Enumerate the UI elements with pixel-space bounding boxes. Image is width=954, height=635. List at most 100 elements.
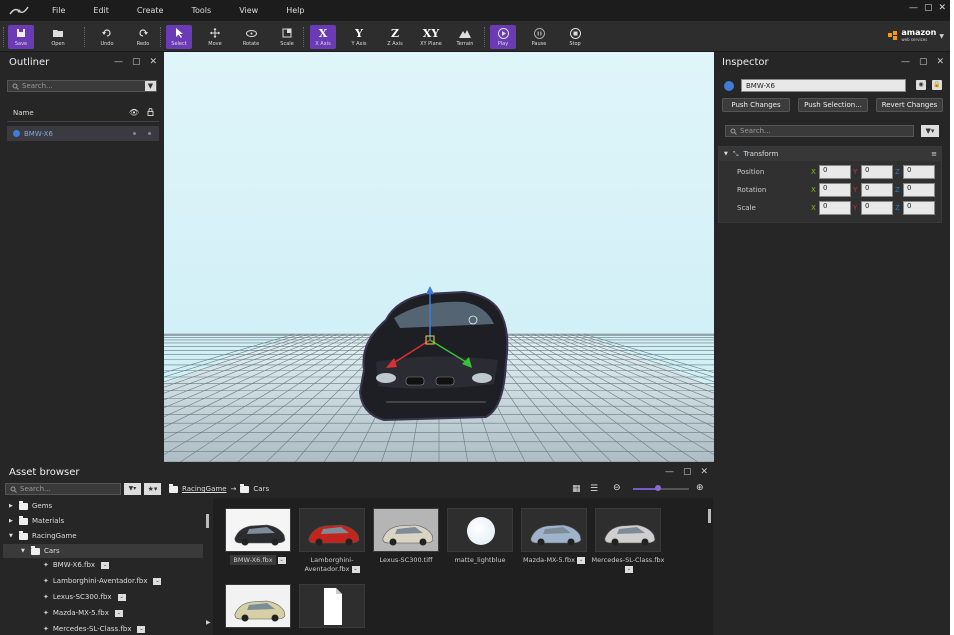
visibility-dot-icon[interactable] <box>133 132 136 135</box>
outliner-search-input[interactable]: Search... ▼ <box>7 80 157 92</box>
push-changes-button[interactable]: Push Changes <box>722 98 790 112</box>
redo-button[interactable]: Redo <box>130 25 156 49</box>
expand-badge-icon[interactable]: ⌄ <box>577 556 585 564</box>
favorites-star-icon[interactable]: ★▾ <box>144 483 161 495</box>
entity-lock-icon[interactable]: 🔒 <box>932 80 942 90</box>
asset-thumbnail[interactable] <box>373 508 439 552</box>
chevron-down-icon[interactable]: ▼ <box>21 548 27 554</box>
expand-badge-icon[interactable]: ⌄ <box>153 577 162 585</box>
tree-file[interactable]: ✦ Lamborghini-Aventador.fbx ⌄ <box>43 574 162 588</box>
revert-changes-button[interactable]: Revert Changes <box>876 98 943 112</box>
menu-help[interactable]: Help <box>286 6 304 15</box>
chevron-right-icon[interactable]: ▶ <box>9 518 15 524</box>
transform-section-header[interactable]: ▼ ⤡ Transform ≡ <box>719 147 941 161</box>
minimize-icon[interactable]: — <box>901 57 910 67</box>
section-menu-icon[interactable]: ≡ <box>931 150 937 158</box>
xy-plane-button[interactable]: XY XY Plane <box>418 25 444 49</box>
close-icon[interactable]: ✕ <box>938 3 946 13</box>
splitter-handle[interactable]: ▶ <box>206 619 211 626</box>
asset-search-input[interactable]: Search... <box>5 483 121 495</box>
scale-z-field[interactable]: 0 <box>903 201 935 215</box>
asset-thumbnail[interactable] <box>225 508 291 552</box>
rotation-x-field[interactable]: 0 <box>819 183 851 197</box>
grid-scrollbar[interactable] <box>708 509 711 523</box>
entity-visibility-icon[interactable]: ◉ <box>916 80 926 90</box>
tree-folder[interactable]: ▼ RacingGame <box>3 529 203 543</box>
move-button[interactable]: Move <box>202 25 228 49</box>
open-button[interactable]: Open <box>45 25 71 49</box>
tree-folder[interactable]: ▼ Cars <box>3 544 203 558</box>
position-z-field[interactable]: 0 <box>903 165 935 179</box>
list-view-icon[interactable]: ☰ <box>590 483 602 495</box>
scale-x-field[interactable]: 0 <box>819 201 851 215</box>
expand-badge-icon[interactable]: ⌄ <box>351 565 360 573</box>
outliner-item[interactable]: BMW-X6 <box>7 126 159 141</box>
asset-thumbnail[interactable] <box>299 508 365 552</box>
grid-view-icon[interactable]: ▦ <box>572 483 584 495</box>
terrain-button[interactable]: Terrain <box>452 25 478 49</box>
chevron-down-icon[interactable]: ▼ <box>939 33 944 40</box>
tree-file[interactable]: ✦ BMW-X6.fbx ⌄ <box>43 558 110 572</box>
float-icon[interactable]: ▢ <box>132 57 141 67</box>
tree-scrollbar[interactable] <box>206 514 209 528</box>
rotate-button[interactable]: Rotate <box>238 25 264 49</box>
lock-icon[interactable] <box>147 107 154 118</box>
select-button[interactable]: Select <box>166 25 192 49</box>
expand-badge-icon[interactable]: ⌄ <box>101 561 110 569</box>
y-axis-button[interactable]: YY Axis <box>346 25 372 49</box>
asset-thumbnail[interactable] <box>447 508 513 552</box>
menu-file[interactable]: File <box>52 6 65 15</box>
expand-badge-icon[interactable]: ⌄ <box>114 609 123 617</box>
expand-badge-icon[interactable]: ⌄ <box>117 593 126 601</box>
expand-badge-icon[interactable]: ⌄ <box>277 556 286 564</box>
inspector-filter-button[interactable]: ▼▾ <box>921 125 939 137</box>
inspector-search-input[interactable]: Search... <box>725 125 914 137</box>
filter-icon[interactable]: ▼ <box>145 81 156 91</box>
play-button[interactable]: Play <box>490 25 516 49</box>
scale-y-field[interactable]: 0 <box>861 201 893 215</box>
close-icon[interactable]: ✕ <box>149 57 157 67</box>
entity-name-field[interactable]: BMW-X6 <box>741 79 906 92</box>
pause-button[interactable]: Pause <box>526 25 552 49</box>
car-model[interactable] <box>358 290 509 422</box>
tree-file[interactable]: ✦ Mazda-MX-5.fbx ⌄ <box>43 606 123 620</box>
breadcrumb-item[interactable]: RacingGame <box>182 485 227 493</box>
save-button[interactable]: Save <box>8 25 34 49</box>
close-icon[interactable]: ✕ <box>700 467 708 477</box>
tree-file[interactable]: ✦ Lexus-SC300.fbx ⌄ <box>43 590 126 604</box>
minimize-icon[interactable]: — <box>665 467 674 477</box>
zoom-out-icon[interactable]: ⊖ <box>613 483 621 493</box>
expand-badge-icon[interactable]: ⌄ <box>137 625 146 633</box>
asset-thumbnail[interactable] <box>225 584 291 628</box>
breadcrumb-item[interactable]: Cars <box>253 485 269 493</box>
undo-button[interactable]: Undo <box>94 25 120 49</box>
zoom-in-icon[interactable]: ⊕ <box>696 483 704 493</box>
lock-dot-icon[interactable] <box>148 132 151 135</box>
chevron-right-icon[interactable]: ▶ <box>9 503 15 509</box>
asset-thumbnail[interactable] <box>299 584 365 628</box>
asset-thumbnail[interactable] <box>521 508 587 552</box>
float-icon[interactable]: ▢ <box>683 467 692 477</box>
chevron-down-icon[interactable]: ▼ <box>9 533 15 539</box>
close-icon[interactable]: ✕ <box>936 57 944 67</box>
menu-view[interactable]: View <box>239 6 258 15</box>
position-x-field[interactable]: 0 <box>819 165 851 179</box>
x-axis-button[interactable]: XX Axis <box>310 25 336 49</box>
menu-create[interactable]: Create <box>137 6 164 15</box>
maximize-icon[interactable]: ▢ <box>924 3 933 13</box>
float-icon[interactable]: ▢ <box>919 57 928 67</box>
zoom-slider-handle[interactable] <box>655 485 662 491</box>
stop-button[interactable]: Stop <box>562 25 588 49</box>
zoom-slider[interactable] <box>633 485 689 491</box>
minimize-icon[interactable]: — <box>909 3 918 13</box>
position-y-field[interactable]: 0 <box>861 165 893 179</box>
push-selection-button[interactable]: Push Selection... <box>798 98 868 112</box>
expand-badge-icon[interactable]: ⌄ <box>625 565 633 573</box>
eye-icon[interactable]: 👁 <box>129 108 139 117</box>
menu-edit[interactable]: Edit <box>93 6 109 15</box>
z-axis-button[interactable]: ZZ Axis <box>382 25 408 49</box>
minimize-icon[interactable]: — <box>114 57 123 67</box>
asset-thumbnail[interactable] <box>595 508 661 552</box>
menu-tools[interactable]: Tools <box>191 6 211 15</box>
tree-file[interactable]: ✦ Mercedes-SL-Class.fbx ⌄ <box>43 622 146 635</box>
